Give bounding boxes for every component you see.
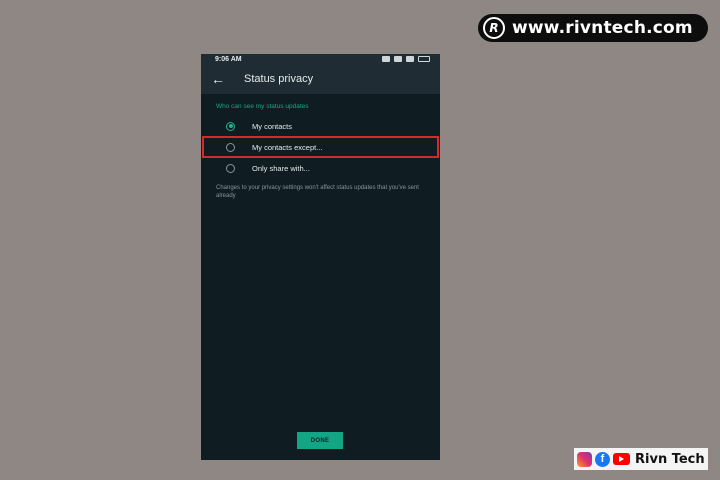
arrow-left-icon[interactable]: ← [211, 71, 225, 87]
watermark-url: www.rivntech.com [512, 18, 693, 38]
highlight-box [202, 136, 439, 158]
section-heading: Who can see my status updates [216, 103, 309, 110]
status-icons [382, 56, 430, 62]
phone-screen: 9:06 AM ← Status privacy Who can see my … [201, 54, 440, 460]
signal-icon [394, 56, 402, 62]
battery-icon [418, 56, 430, 62]
app-bar: ← Status privacy [201, 66, 440, 94]
status-time: 9:06 AM [215, 56, 242, 63]
rivn-logo-icon: R [483, 17, 505, 39]
social-watermark: f Rivn Tech [574, 448, 708, 470]
site-watermark: R www.rivntech.com [478, 14, 708, 42]
done-button[interactable]: DONE [297, 432, 343, 449]
page-title: Status privacy [244, 73, 314, 85]
brand-name: Rivn Tech [635, 451, 705, 467]
option-only-share-with[interactable]: Only share with... [201, 158, 440, 178]
option-my-contacts[interactable]: My contacts [201, 116, 440, 136]
status-bar: 9:06 AM [201, 54, 440, 66]
instagram-icon [577, 451, 592, 467]
youtube-icon [613, 453, 630, 465]
wifi-icon [382, 56, 390, 62]
facebook-icon: f [595, 451, 610, 467]
radio-icon[interactable] [226, 163, 235, 173]
option-label: My contacts [252, 121, 293, 131]
signal-icon-2 [406, 56, 414, 62]
radio-selected-icon[interactable] [226, 121, 235, 131]
privacy-note: Changes to your privacy settings won't a… [216, 185, 419, 199]
option-label: Only share with... [252, 163, 310, 173]
